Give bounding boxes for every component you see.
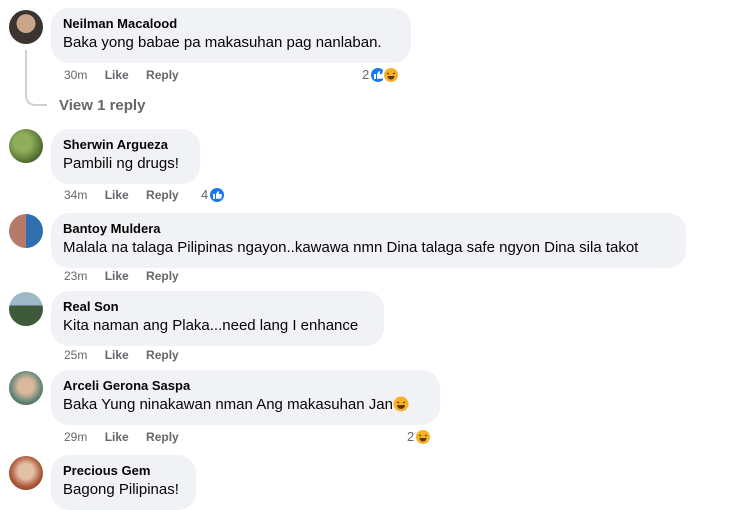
laughing-emoji-icon [382, 66, 401, 84]
comment-bubble: Real Son Kita naman ang Plaka...need lan… [51, 291, 384, 346]
reaction-count: 4 [201, 187, 209, 202]
avatar[interactable] [9, 129, 43, 163]
reaction-summary[interactable]: 2 [407, 428, 433, 446]
comment-time[interactable]: 25m [64, 347, 87, 363]
comment-actions: 23m Like Reply [64, 268, 193, 284]
reaction-count: 2 [362, 67, 370, 82]
comment-time[interactable]: 30m [64, 67, 87, 83]
commenter-name[interactable]: Neilman Macalood [63, 15, 399, 32]
commenter-name[interactable]: Sherwin Argueza [63, 136, 188, 153]
laughing-emoji-icon [393, 396, 409, 412]
avatar[interactable] [9, 292, 43, 326]
comment-actions: 30m Like Reply [64, 67, 193, 83]
like-button[interactable]: Like [105, 347, 129, 363]
avatar[interactable] [9, 371, 43, 405]
comment-text: Bagong Pilipinas! [63, 481, 179, 498]
laughing-emoji-icon [414, 428, 433, 446]
reply-button[interactable]: Reply [146, 429, 179, 445]
avatar[interactable] [9, 214, 43, 248]
reaction-count: 2 [407, 429, 415, 444]
like-button[interactable]: Like [105, 187, 129, 203]
comment-bubble: Neilman Macalood Baka yong babae pa maka… [51, 8, 411, 63]
comment-bubble: Arceli Gerona Saspa Baka Yung ninakawan … [51, 370, 440, 425]
comment-bubble: Precious Gem Bagong Pilipinas! [51, 455, 196, 510]
reply-button[interactable]: Reply [146, 67, 179, 83]
comment-actions: 34m Like Reply [64, 187, 193, 203]
comment-text-content: Baka Yung ninakawan nman Ang makasuhan J… [63, 396, 393, 413]
like-button[interactable]: Like [105, 429, 129, 445]
comment-bubble: Bantoy Muldera Malala na talaga Pilipina… [51, 213, 686, 268]
view-replies-link[interactable]: View 1 reply [59, 97, 145, 114]
commenter-name[interactable]: Real Son [63, 298, 372, 315]
comment-text: Kita naman ang Plaka...need lang I enhan… [63, 317, 359, 334]
reaction-summary[interactable]: 4 [201, 186, 227, 204]
comment-time[interactable]: 34m [64, 187, 87, 203]
comment-actions: 25m Like Reply [64, 347, 193, 363]
reaction-summary[interactable]: 2 [362, 66, 401, 84]
comment-time[interactable]: 23m [64, 268, 87, 284]
avatar[interactable] [9, 456, 43, 490]
commenter-name[interactable]: Precious Gem [63, 462, 184, 479]
comment-actions: 29m Like Reply [64, 429, 193, 445]
comment-time[interactable]: 29m [64, 429, 87, 445]
avatar[interactable] [9, 10, 43, 44]
comment-bubble: Sherwin Argueza Pambili ng drugs! [51, 129, 200, 184]
reply-button[interactable]: Reply [146, 268, 179, 284]
reply-button[interactable]: Reply [146, 187, 179, 203]
comment-text: Baka yong babae pa makasuhan pag nanlaba… [63, 34, 382, 51]
comment-text: Pambili ng drugs! [63, 155, 179, 172]
comment-text: Baka Yung ninakawan nman Ang makasuhan J… [63, 395, 428, 415]
like-button[interactable]: Like [105, 268, 129, 284]
comment-text: Malala na talaga Pilipinas ngayon..kawaw… [63, 239, 639, 256]
commenter-name[interactable]: Arceli Gerona Saspa [63, 377, 428, 394]
commenter-name[interactable]: Bantoy Muldera [63, 220, 674, 237]
reply-thread-line [25, 50, 47, 106]
thumbs-up-icon [208, 186, 227, 204]
like-button[interactable]: Like [105, 67, 129, 83]
reply-button[interactable]: Reply [146, 347, 179, 363]
